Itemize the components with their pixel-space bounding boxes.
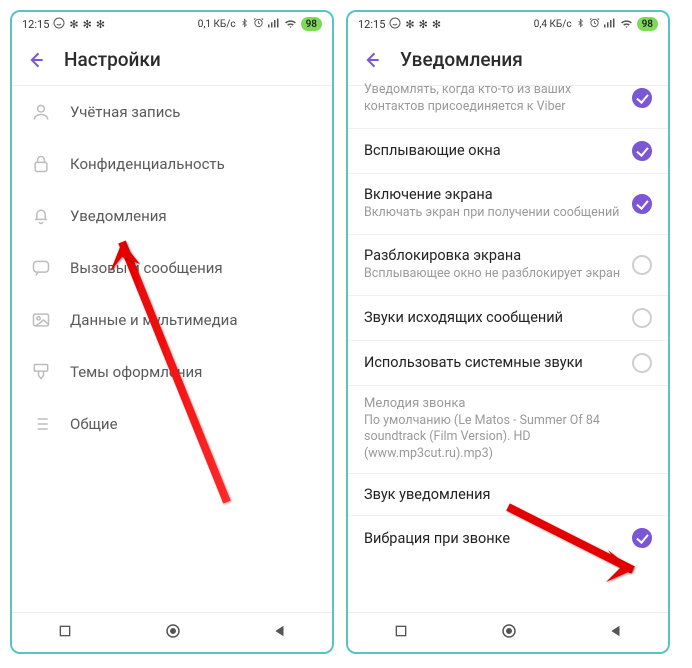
item-label: Уведомления <box>70 207 167 225</box>
sidebar-item-notifications[interactable]: Уведомления <box>12 190 332 242</box>
setting-row-unlock[interactable]: Разблокировка экрана Всплывающее окно не… <box>348 235 668 296</box>
setting-section-ringtone[interactable]: Мелодия звонка По умолчанию (Le Matos - … <box>348 386 668 475</box>
toggle-radio[interactable] <box>632 141 652 161</box>
battery-badge: 98 <box>301 17 322 31</box>
bluetooth-icon <box>240 17 249 32</box>
signal-icon <box>268 18 280 31</box>
alarm-icon <box>253 17 264 31</box>
nav-recents-icon[interactable] <box>57 623 73 643</box>
sidebar-item-calls[interactable]: Вызовы и сообщения <box>12 242 332 294</box>
setting-row-vibration[interactable]: Вибрация при звонке <box>348 516 668 560</box>
row-title: Использовать системные звуки <box>364 354 622 371</box>
android-navbar <box>348 612 668 652</box>
gear-icon: ✻ <box>69 18 78 31</box>
item-label: Вызовы и сообщения <box>70 259 223 277</box>
phone-right: 12:15 ✻ ✻ ✻ 0,4 КБ/с 98 <box>346 10 670 654</box>
sidebar-item-themes[interactable]: Темы оформления <box>12 346 332 398</box>
whatsapp-icon <box>53 17 65 32</box>
setting-row-screen-on[interactable]: Включение экрана Включать экран при полу… <box>348 174 668 235</box>
item-label: Учётная запись <box>70 103 180 121</box>
whatsapp-icon <box>389 17 401 32</box>
wifi-icon <box>284 18 297 31</box>
item-label: Темы оформления <box>70 363 202 381</box>
item-label: Общие <box>70 415 118 433</box>
toggle-radio[interactable] <box>632 194 652 214</box>
row-title: Звук уведомления <box>364 486 652 503</box>
page-title: Настройки <box>64 48 161 71</box>
row-subtitle: Включать экран при получении сообщений <box>364 205 622 222</box>
battery-badge: 98 <box>637 17 658 31</box>
toggle-radio[interactable] <box>632 88 652 108</box>
row-subtitle: Всплывающее окно не разблокирует экран <box>364 266 622 283</box>
list-icon <box>30 413 52 435</box>
gear-icon: ✻ <box>96 18 105 31</box>
row-subtitle: Уведомлять, когда кто-то из ваших контак… <box>364 82 622 116</box>
gear-icon: ✻ <box>432 18 441 31</box>
section-label: Мелодия звонка <box>348 386 668 413</box>
row-title: Звуки исходящих сообщений <box>364 309 622 326</box>
gear-icon: ✻ <box>83 18 92 31</box>
statusbar: 12:15 ✻ ✻ ✻ 0,1 КБ/с 98 <box>12 12 332 36</box>
section-value: По умолчанию (Le Matos - Summer Of 84 so… <box>348 413 668 474</box>
toggle-radio[interactable] <box>632 255 652 275</box>
back-icon[interactable] <box>362 50 382 70</box>
item-label: Данные и мультимедиа <box>70 311 237 329</box>
toggle-radio[interactable] <box>632 308 652 328</box>
app-header: Настройки <box>12 36 332 86</box>
sidebar-item-account[interactable]: Учётная запись <box>12 86 332 138</box>
settings-list: Учётная запись Конфиденциальность Уведом… <box>12 86 332 612</box>
gear-icon: ✻ <box>419 18 428 31</box>
brush-icon <box>30 361 52 383</box>
gear-icon: ✻ <box>405 18 414 31</box>
notifications-list: Контакт присоединился к Viber Уведомлять… <box>348 68 668 612</box>
row-title: Разблокировка экрана <box>364 247 622 264</box>
row-title: Всплывающие окна <box>364 142 622 159</box>
signal-icon <box>604 18 616 31</box>
nav-home-icon[interactable] <box>500 622 518 644</box>
android-navbar <box>12 612 332 652</box>
alarm-icon <box>589 17 600 31</box>
setting-row-contact-joined[interactable]: Контакт присоединился к Viber Уведомлять… <box>348 68 668 129</box>
status-time: 12:15 <box>22 18 49 31</box>
toggle-radio[interactable] <box>632 353 652 373</box>
setting-row-notification-sound[interactable]: Звук уведомления <box>348 474 668 516</box>
status-data: 0,1 КБ/с <box>198 19 236 30</box>
sidebar-item-general[interactable]: Общие <box>12 398 332 450</box>
wifi-icon <box>620 18 633 31</box>
back-icon[interactable] <box>26 50 46 70</box>
setting-row-popups[interactable]: Всплывающие окна <box>348 129 668 174</box>
status-data: 0,4 КБ/с <box>534 19 572 30</box>
bluetooth-icon <box>576 17 585 32</box>
nav-back-icon[interactable] <box>273 623 287 643</box>
setting-row-system-sounds[interactable]: Использовать системные звуки <box>348 341 668 386</box>
bell-icon <box>30 205 52 227</box>
nav-home-icon[interactable] <box>164 622 182 644</box>
row-title: Включение экрана <box>364 186 622 203</box>
phone-left: 12:15 ✻ ✻ ✻ 0,1 КБ/с 98 <box>10 10 334 654</box>
item-label: Конфиденциальность <box>70 155 225 173</box>
lock-icon <box>30 153 52 175</box>
status-time: 12:15 <box>358 18 385 31</box>
sidebar-item-privacy[interactable]: Конфиденциальность <box>12 138 332 190</box>
statusbar: 12:15 ✻ ✻ ✻ 0,4 КБ/с 98 <box>348 12 668 36</box>
sidebar-item-media[interactable]: Данные и мультимедиа <box>12 294 332 346</box>
setting-row-outgoing-sounds[interactable]: Звуки исходящих сообщений <box>348 296 668 341</box>
user-icon <box>30 101 52 123</box>
chat-icon <box>30 257 52 279</box>
nav-back-icon[interactable] <box>609 623 623 643</box>
toggle-radio[interactable] <box>632 528 652 548</box>
row-title: Вибрация при звонке <box>364 530 622 547</box>
image-icon <box>30 309 52 331</box>
nav-recents-icon[interactable] <box>393 623 409 643</box>
